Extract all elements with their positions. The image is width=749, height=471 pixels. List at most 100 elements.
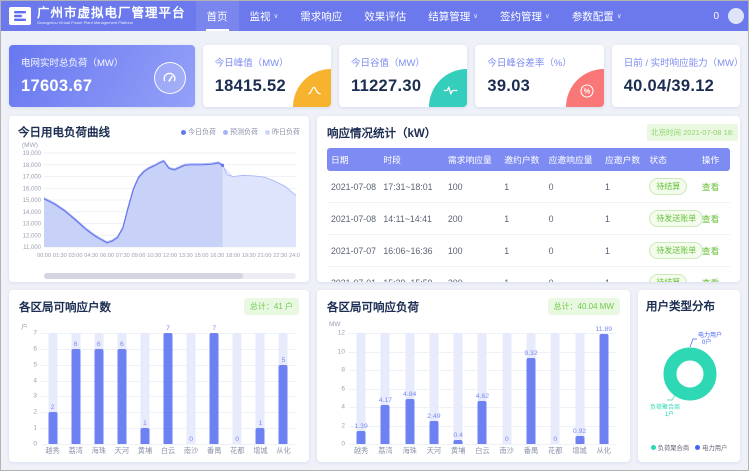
svg-text:12:00: 12:00	[163, 253, 177, 259]
svg-text:电力用户: 电力用户	[698, 331, 722, 339]
load-curve-title: 今日用电负荷曲线	[18, 124, 110, 140]
axis-unit-label: MW	[329, 321, 341, 328]
nav-menu-item[interactable]: 签约管理∨	[489, 1, 561, 31]
table-cell: 1	[601, 235, 645, 267]
kpi-label: 日前 / 实时响应能力（MW）	[624, 55, 728, 69]
bar	[210, 333, 219, 444]
legend-item[interactable]: 今日负荷	[181, 127, 216, 137]
x-axis-label: 从化	[276, 446, 290, 456]
y-axis-tick: 4	[327, 404, 345, 411]
svg-text:15,000: 15,000	[23, 198, 42, 204]
legend-item[interactable]: 预测负荷	[223, 127, 258, 137]
table-cell: 100	[444, 235, 500, 267]
y-axis-tick: 10	[327, 348, 345, 355]
view-link[interactable]: 查看	[702, 246, 720, 256]
table-cell: 2021-07-07	[327, 235, 379, 267]
top-navbar: 广州市虚拟电厂管理平台 Guangzhou Virtual Power Plan…	[1, 1, 748, 31]
table-cell: 1	[500, 203, 544, 235]
load-curve-legend: 今日负荷预测负荷昨日负荷	[181, 127, 300, 137]
svg-text:13:30: 13:30	[179, 253, 193, 259]
x-axis-label: 天河	[427, 446, 441, 456]
kpi-card: 日前 / 实时响应能力（MW） 40.04/39.12	[612, 45, 740, 107]
peak-curve-icon	[293, 69, 331, 107]
load-curve-unit: (MW)	[22, 142, 300, 149]
bar-slot: 4.62白云	[470, 333, 494, 444]
app-logo	[9, 7, 31, 25]
bar-plot-area: 1.39越秀4.17荔湾4.84海珠2.49天河0.4黄埔4.62白云0南沙9.…	[349, 333, 616, 444]
kpi-label: 今日峰值（MW）	[215, 55, 319, 69]
bar-value-label: 6	[74, 341, 78, 348]
navbar-right: 0	[713, 8, 740, 24]
table-cell: 200	[444, 267, 500, 283]
bar	[599, 334, 608, 444]
view-link[interactable]: 查看	[702, 182, 720, 192]
bar-value-label: 7	[166, 325, 170, 332]
bar-slot: 0.4黄埔	[446, 333, 470, 444]
x-axis-label: 黄埔	[138, 446, 152, 456]
x-axis-label: 番禺	[207, 446, 221, 456]
bar	[357, 431, 366, 444]
svg-text:06:00: 06:00	[100, 253, 114, 259]
nav-menu-item[interactable]: 参数配置∨	[561, 1, 633, 31]
x-axis-label: 花都	[548, 446, 562, 456]
legend-item[interactable]: 负荷聚合商	[651, 443, 689, 452]
kpi-value: 40.04/39.12	[624, 77, 728, 96]
svg-text:16:30: 16:30	[210, 253, 224, 259]
bar-value-label: 2.49	[427, 413, 440, 420]
y-axis-tick: 5	[19, 361, 37, 368]
legend-item[interactable]: 昨日负荷	[265, 127, 300, 137]
nav-menu-item[interactable]: 监视∨	[239, 1, 290, 31]
table-cell: 2021-07-08	[327, 203, 379, 235]
legend-item[interactable]: 电力用户	[695, 443, 727, 452]
nav-menu-item[interactable]: 效果评估	[353, 1, 417, 31]
logo-icon	[13, 10, 27, 22]
notification-count[interactable]: 0	[713, 11, 719, 22]
legend-label: 电力用户	[702, 443, 727, 452]
bar-value-label: 5	[282, 357, 286, 364]
chevron-down-icon: ∨	[545, 12, 550, 20]
bar-value-label: 0.92	[573, 428, 586, 435]
table-header-cell: 状态	[645, 148, 697, 171]
view-link[interactable]: 查看	[702, 214, 720, 224]
bar-value-label: 7	[212, 325, 216, 332]
main-menu: 首页监视∨需求响应效果评估结算管理∨签约管理∨参数配置∨	[196, 1, 633, 31]
user-avatar[interactable]	[728, 8, 744, 24]
nav-menu-item[interactable]: 需求响应	[289, 1, 353, 31]
legend-dot	[651, 445, 656, 450]
x-axis-label: 南沙	[184, 446, 198, 456]
svg-text:22:30: 22:30	[273, 253, 287, 259]
bar-value-label: 6	[97, 341, 101, 348]
legend-dot	[181, 130, 186, 135]
nav-menu-item[interactable]: 首页	[196, 1, 239, 31]
bottom-row: 各区局可响应户数 总计：41 户 户765432102越秀6荔湾6海珠6天河1黄…	[9, 290, 740, 462]
kpi-label: 今日谷值（MW）	[351, 55, 455, 69]
bar-value-label: 0.4	[453, 432, 462, 439]
svg-text:09:00: 09:00	[132, 253, 146, 259]
bar-slot: 7番禺	[203, 333, 226, 444]
chart-scrollbar-thumb[interactable]	[44, 273, 243, 279]
svg-text:11,000: 11,000	[23, 245, 42, 251]
district-households-title: 各区局可响应户数	[19, 299, 111, 315]
chart-scrollbar[interactable]	[44, 273, 296, 279]
user-type-card: 用户类型分布 电力用户0户负荷聚合商1户 负荷聚合商电力用户	[638, 290, 740, 462]
x-axis-label: 越秀	[354, 446, 368, 456]
user-type-legend: 负荷聚合商 电力用户	[646, 443, 732, 454]
legend-dot	[265, 130, 270, 135]
bar-slot: 0.92增城	[567, 333, 591, 444]
svg-text:14,000: 14,000	[23, 210, 42, 216]
bar-value-label: 0	[505, 436, 509, 443]
table-cell-status: 待结算	[645, 171, 697, 203]
bar	[575, 436, 584, 445]
table-cell: 17:31~18:01	[379, 171, 443, 203]
bar-slot: 6荔湾	[64, 333, 87, 444]
nav-menu-item-label: 结算管理	[428, 9, 470, 24]
nav-menu-item[interactable]: 结算管理∨	[417, 1, 489, 31]
table-cell: 0	[545, 235, 601, 267]
gridline	[349, 444, 616, 445]
svg-text:12,000: 12,000	[23, 233, 42, 239]
view-link[interactable]: 查看	[702, 278, 720, 282]
y-axis-tick: 12	[327, 330, 345, 337]
nav-menu-item-label: 监视	[250, 9, 271, 24]
bar-background-column	[187, 333, 196, 444]
bar	[164, 333, 173, 444]
